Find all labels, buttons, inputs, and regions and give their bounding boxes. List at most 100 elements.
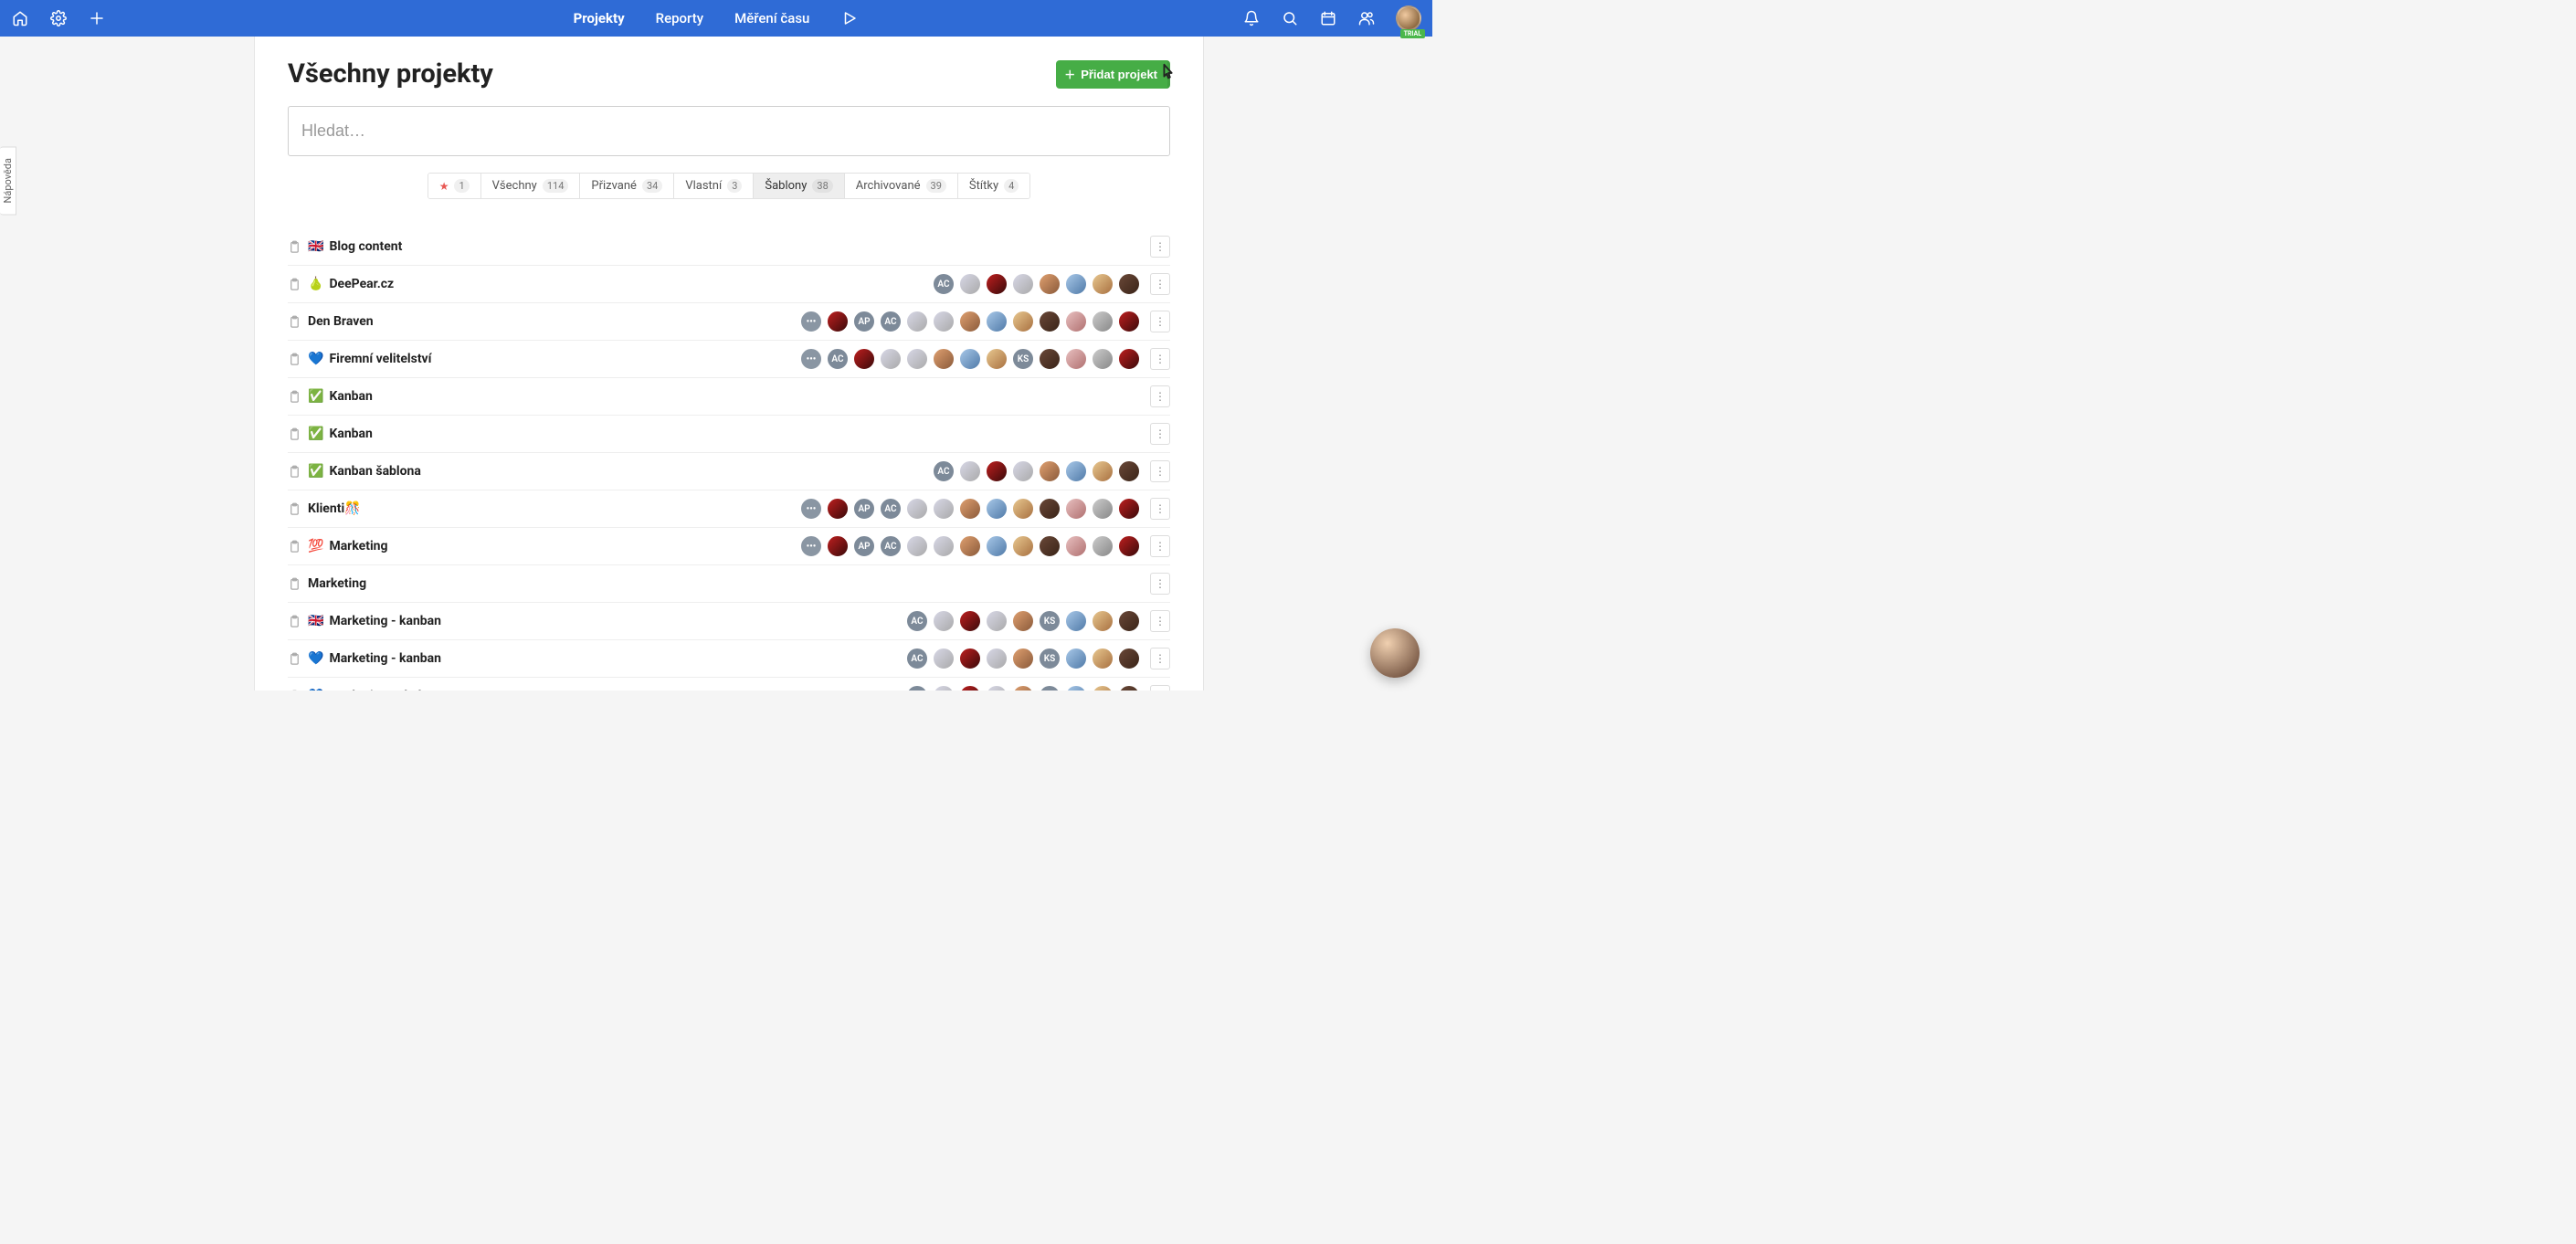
member-avatar[interactable]	[985, 272, 1008, 296]
bell-icon[interactable]	[1242, 9, 1261, 27]
member-avatar[interactable]	[1011, 310, 1035, 333]
member-avatar[interactable]	[985, 609, 1008, 633]
project-name[interactable]: 💯Marketing	[308, 539, 799, 553]
member-avatar[interactable]	[932, 497, 955, 521]
member-avatar[interactable]	[1011, 497, 1035, 521]
project-name[interactable]: Klienti🎊	[308, 501, 799, 516]
project-name[interactable]: Marketing	[308, 576, 1141, 591]
member-avatar[interactable]	[985, 347, 1008, 371]
member-avatar[interactable]	[1117, 534, 1141, 558]
member-avatar[interactable]: AC	[905, 609, 929, 633]
member-avatar[interactable]	[879, 347, 903, 371]
member-avatar[interactable]	[1117, 347, 1141, 371]
member-avatar[interactable]	[1064, 459, 1088, 483]
member-avatar[interactable]	[1091, 310, 1114, 333]
member-avatar[interactable]: AP	[852, 534, 876, 558]
member-avatar[interactable]: KS	[1038, 684, 1061, 691]
search-input[interactable]	[288, 106, 1170, 156]
member-avatar[interactable]	[1064, 310, 1088, 333]
filter-own[interactable]: Vlastní 3	[674, 174, 754, 198]
gear-icon[interactable]	[49, 9, 68, 27]
member-avatar[interactable]	[1117, 459, 1141, 483]
member-avatar[interactable]	[1091, 459, 1114, 483]
project-name[interactable]: ✅Kanban	[308, 427, 1141, 441]
member-avatar[interactable]	[1117, 609, 1141, 633]
member-avatar[interactable]	[1117, 647, 1141, 670]
member-avatar[interactable]: AC	[826, 347, 850, 371]
member-more[interactable]: •••	[799, 347, 823, 371]
add-project-button[interactable]: ＋ Přidat projekt	[1056, 60, 1170, 89]
row-menu-button[interactable]: ⋮	[1150, 236, 1170, 258]
member-avatar[interactable]: AP	[852, 310, 876, 333]
member-avatar[interactable]	[1038, 534, 1061, 558]
project-name[interactable]: 💙Marketingový tým	[308, 689, 905, 691]
member-avatar[interactable]	[1117, 497, 1141, 521]
member-avatar[interactable]: AC	[905, 647, 929, 670]
nav-time[interactable]: Měření času	[734, 10, 809, 26]
filter-labels[interactable]: Štítky 4	[958, 174, 1029, 198]
member-avatar[interactable]	[1038, 459, 1061, 483]
member-avatar[interactable]	[958, 459, 982, 483]
project-name[interactable]: ✅Kanban šablona	[308, 464, 932, 479]
row-menu-button[interactable]: ⋮	[1150, 535, 1170, 557]
row-menu-button[interactable]: ⋮	[1150, 573, 1170, 595]
play-icon[interactable]	[840, 9, 859, 27]
filter-invited[interactable]: Přizvané 34	[580, 174, 674, 198]
member-avatar[interactable]: AC	[879, 534, 903, 558]
row-menu-button[interactable]: ⋮	[1150, 385, 1170, 407]
member-avatar[interactable]	[1011, 534, 1035, 558]
filter-archived[interactable]: Archivované 39	[845, 174, 958, 198]
member-avatar[interactable]	[932, 347, 955, 371]
row-menu-button[interactable]: ⋮	[1150, 498, 1170, 520]
row-menu-button[interactable]: ⋮	[1150, 423, 1170, 445]
project-name[interactable]: 🇬🇧Blog content	[308, 239, 1141, 254]
member-avatar[interactable]	[905, 497, 929, 521]
project-name[interactable]: ✅Kanban	[308, 389, 1141, 404]
member-avatar[interactable]	[826, 534, 850, 558]
member-avatar[interactable]	[985, 310, 1008, 333]
member-avatar[interactable]	[852, 347, 876, 371]
member-avatar[interactable]	[1091, 609, 1114, 633]
member-avatar[interactable]	[958, 310, 982, 333]
member-avatar[interactable]	[958, 497, 982, 521]
member-avatar[interactable]	[1011, 272, 1035, 296]
row-menu-button[interactable]: ⋮	[1150, 348, 1170, 370]
filter-starred[interactable]: ★ 1	[428, 174, 481, 198]
project-name[interactable]: 💙Firemní velitelství	[308, 352, 799, 366]
member-more[interactable]: •••	[799, 497, 823, 521]
member-avatar[interactable]	[1011, 684, 1035, 691]
member-avatar[interactable]	[932, 310, 955, 333]
row-menu-button[interactable]: ⋮	[1150, 273, 1170, 295]
member-avatar[interactable]	[1011, 647, 1035, 670]
member-avatar[interactable]	[985, 459, 1008, 483]
member-avatar[interactable]: AP	[852, 497, 876, 521]
member-avatar[interactable]	[1091, 534, 1114, 558]
member-avatar[interactable]	[958, 534, 982, 558]
member-avatar[interactable]: AC	[932, 272, 955, 296]
member-avatar[interactable]	[1064, 347, 1088, 371]
row-menu-button[interactable]: ⋮	[1150, 685, 1170, 691]
member-avatar[interactable]	[985, 534, 1008, 558]
add-icon[interactable]	[88, 9, 106, 27]
member-avatar[interactable]	[932, 647, 955, 670]
member-avatar[interactable]	[1091, 272, 1114, 296]
member-avatar[interactable]	[958, 647, 982, 670]
people-icon[interactable]	[1357, 9, 1376, 27]
member-avatar[interactable]	[932, 534, 955, 558]
member-avatar[interactable]	[1064, 272, 1088, 296]
filter-all[interactable]: Všechny 114	[481, 174, 581, 198]
member-avatar[interactable]	[905, 347, 929, 371]
member-avatar[interactable]	[932, 609, 955, 633]
member-avatar[interactable]	[1117, 684, 1141, 691]
member-avatar[interactable]	[1091, 647, 1114, 670]
member-avatar[interactable]	[1091, 347, 1114, 371]
member-avatar[interactable]	[1064, 497, 1088, 521]
member-avatar[interactable]	[985, 497, 1008, 521]
member-avatar[interactable]	[826, 310, 850, 333]
member-avatar[interactable]	[1064, 684, 1088, 691]
member-avatar[interactable]: KS	[1011, 347, 1035, 371]
help-sidebar-tab[interactable]: Nápověda	[0, 146, 16, 215]
member-avatar[interactable]	[1117, 272, 1141, 296]
member-avatar[interactable]	[1038, 272, 1061, 296]
chat-bubble[interactable]	[1370, 628, 1420, 678]
